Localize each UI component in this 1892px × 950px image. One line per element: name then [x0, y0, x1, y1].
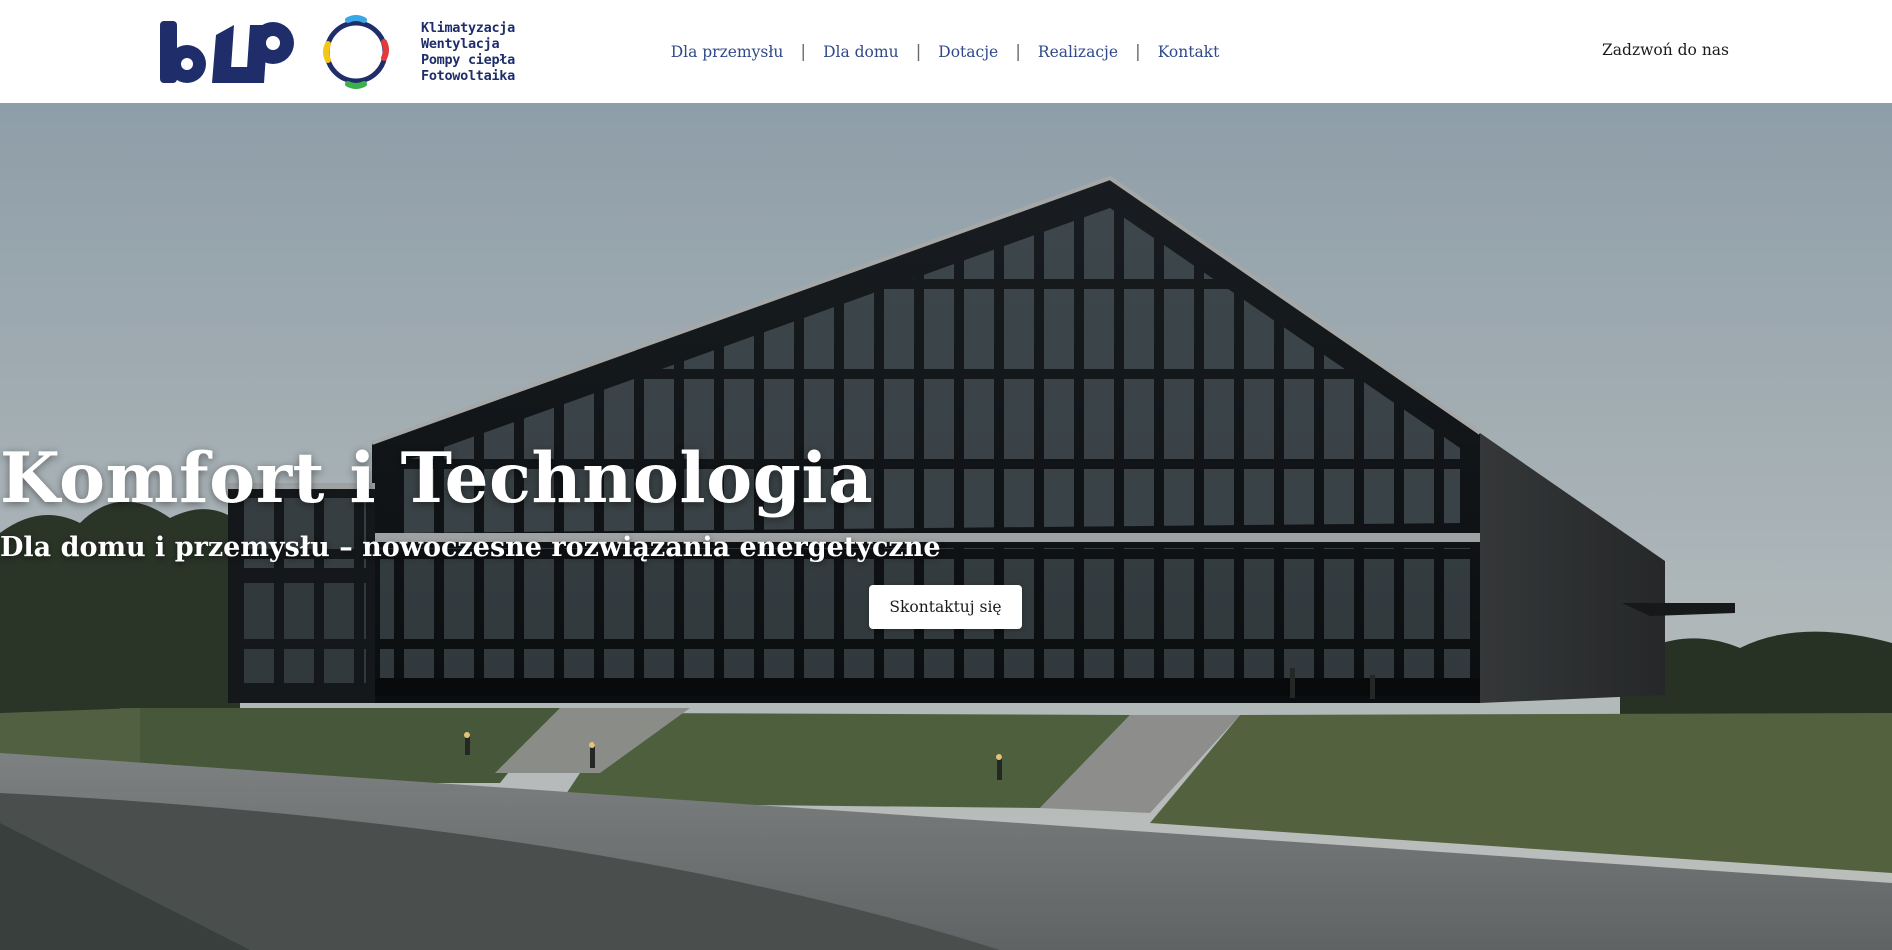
- nav-separator: |: [1015, 41, 1021, 62]
- nav-link-dotacje[interactable]: Dotacje: [938, 43, 998, 61]
- nav-separator: |: [800, 41, 807, 62]
- hero-section: Komfort i Technologia Dla domu i przemys…: [0, 103, 1892, 950]
- nav-separator: |: [915, 41, 922, 62]
- nav-link-realizacje[interactable]: Realizacje: [1038, 43, 1118, 61]
- nav-link-kontakt[interactable]: Kontakt: [1158, 43, 1220, 61]
- contact-cta-button[interactable]: Skontaktuj się: [869, 585, 1022, 629]
- nav-separator: |: [1135, 41, 1141, 62]
- site-header: Klimatyzacja Wentylacja Pompy ciepła Fot…: [0, 0, 1892, 103]
- nav-link-dla-przemyslu[interactable]: Dla przemysłu: [671, 43, 784, 61]
- hero-overlay: [0, 103, 1892, 950]
- nav-link-dla-domu[interactable]: Dla domu: [823, 43, 899, 61]
- hero-title: Komfort i Technologia: [0, 438, 874, 519]
- call-us-link[interactable]: Zadzwoń do nas: [1602, 41, 1729, 59]
- hero-subtitle: Dla domu i przemysłu – nowoczesne rozwią…: [0, 532, 941, 563]
